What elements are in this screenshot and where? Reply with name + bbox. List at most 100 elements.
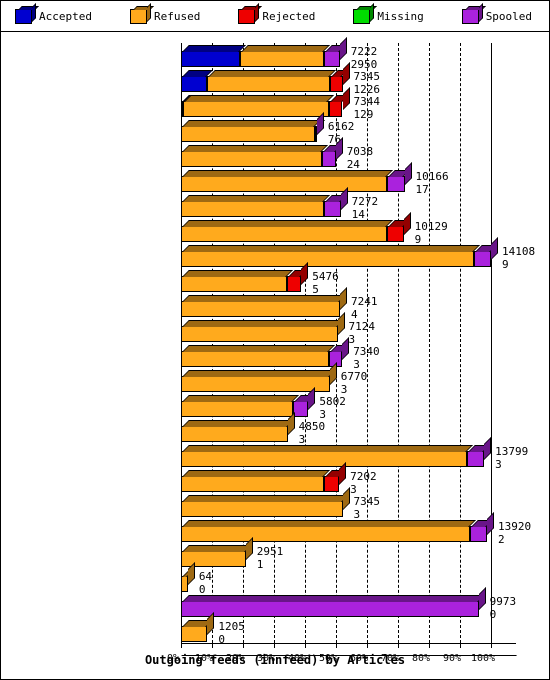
bar-segment-refused bbox=[206, 70, 337, 92]
bar-segment-accepted bbox=[181, 70, 213, 92]
chart-row: news.ausics.net616276 bbox=[181, 112, 516, 146]
x-axis-tick bbox=[491, 643, 492, 648]
bar-segment-top-face bbox=[182, 170, 394, 177]
bar-segment-rejected bbox=[386, 220, 410, 242]
bar-segment-refused bbox=[183, 95, 335, 117]
bar-segment-spooled bbox=[470, 520, 493, 542]
x-axis-tick bbox=[367, 643, 368, 648]
stacked-bar bbox=[181, 287, 348, 317]
chart-row: news.swapon.de12050 bbox=[181, 612, 516, 646]
bar-segment-refused bbox=[181, 345, 335, 367]
bar-segment-spooled bbox=[474, 245, 497, 267]
stacked-bar bbox=[181, 362, 337, 392]
bar-segment-top-face bbox=[182, 520, 477, 527]
stacked-bar bbox=[181, 37, 347, 67]
chart-row: ddt.demos.su640 bbox=[181, 562, 516, 596]
stacked-bar bbox=[181, 587, 486, 617]
bar-segment-spooled bbox=[324, 45, 346, 67]
stacked-bar bbox=[181, 262, 309, 292]
bar-segment-refused bbox=[181, 370, 336, 392]
legend-swatch-refused bbox=[129, 2, 154, 24]
stacked-bar bbox=[181, 237, 498, 267]
chart-row: news.samoylyk.net58023 bbox=[181, 387, 516, 421]
stacked-bar bbox=[181, 312, 345, 342]
chart-row: newsfeed.xs3.de72414 bbox=[181, 287, 516, 321]
bar-segment-top-face bbox=[182, 395, 299, 402]
stacked-bar bbox=[181, 162, 412, 192]
chart-row: paganini.bofh.team99730 bbox=[181, 587, 517, 621]
bar-value-total: 7038 bbox=[346, 145, 374, 158]
legend-label-refused: Refused bbox=[153, 9, 201, 23]
x-axis-tick bbox=[460, 643, 461, 648]
legend-label-rejected: Rejected bbox=[262, 9, 316, 23]
bar-value-labels: 1205 0 bbox=[218, 620, 245, 646]
bar-value-total: 6770 bbox=[340, 370, 368, 383]
legend-item-refused: Refused bbox=[129, 2, 201, 24]
x-axis-tick bbox=[274, 643, 275, 648]
bar-segment-refused bbox=[181, 495, 349, 517]
bar-segment-accepted bbox=[181, 45, 246, 67]
legend-swatch-accepted bbox=[15, 2, 39, 24]
bar-segment-rejected bbox=[328, 95, 349, 117]
stacked-bar bbox=[181, 187, 348, 217]
bar-value-total: 10166 bbox=[415, 170, 449, 183]
bar-segment-top-face bbox=[184, 95, 335, 102]
stacked-bar bbox=[181, 387, 316, 417]
chart-row: eternal-september54765 bbox=[181, 262, 516, 296]
chart-x-axis-title: Outgoing feeds (innfeed) by Articles bbox=[144, 653, 406, 667]
chart-legend: Accepted Refused Rejected Missing Spooled bbox=[1, 1, 549, 32]
bar-segment-rejected bbox=[323, 470, 346, 492]
bar-value-total: 7344 bbox=[353, 95, 381, 108]
x-axis-tick bbox=[398, 643, 399, 648]
bar-segment-top-face bbox=[182, 320, 344, 327]
bar-segment-refused bbox=[181, 445, 474, 467]
chart-row: mb-net.net137993 bbox=[181, 437, 528, 471]
bar-segment-refused bbox=[181, 170, 394, 192]
bar-value-total: 9973 bbox=[489, 595, 517, 608]
chart-row: news.snarked.org727214 bbox=[181, 187, 516, 221]
x-axis-tick bbox=[336, 643, 337, 648]
bar-segment-top-face bbox=[182, 545, 252, 552]
bar-value-total: 5802 bbox=[319, 395, 346, 408]
bar-segment-rejected bbox=[330, 70, 349, 92]
stacked-bar bbox=[181, 337, 350, 367]
chart-row: i2pn.org703824 bbox=[181, 137, 516, 171]
bar-segment-top-face bbox=[182, 245, 481, 252]
bar-segment-refused bbox=[181, 195, 330, 217]
legend-swatch-rejected bbox=[238, 2, 263, 24]
stacked-bar bbox=[181, 62, 350, 92]
legend-item-accepted: Accepted bbox=[15, 2, 92, 24]
bar-segment-top-face bbox=[182, 295, 347, 302]
chart-row: news.tnetconsulting.net73453 bbox=[181, 487, 516, 521]
bar-segment-refused bbox=[181, 245, 481, 267]
bar-segment-refused bbox=[181, 620, 214, 642]
bar-segment-top-face bbox=[182, 595, 485, 602]
bar-segment-spooled bbox=[322, 145, 342, 167]
bar-segment-refused bbox=[181, 570, 194, 592]
chart-row: usenet.goja.nl.eu.org67703 bbox=[181, 362, 516, 396]
legend-label-missing: Missing bbox=[377, 9, 424, 23]
chart-row: news.nntp4.net101299 bbox=[181, 212, 516, 246]
bar-value-total: 5476 bbox=[312, 270, 339, 283]
bar-value-secondary: 0 bbox=[218, 633, 225, 646]
chart-row: weretis.net48503 bbox=[181, 412, 516, 446]
bar-value-total: 13920 bbox=[497, 520, 532, 533]
x-axis-tick bbox=[181, 643, 182, 648]
chart-frame: Accepted Refused Rejected Missing Spooled 0%… bbox=[0, 0, 550, 680]
plot-area: 0%10%20%30%40%50%60%70%80%90%100%news.ch… bbox=[167, 37, 535, 664]
bar-value-total: 7345 bbox=[353, 70, 381, 83]
bar-segment-top-face bbox=[207, 70, 337, 77]
bar-segment-top-face bbox=[182, 345, 335, 352]
bar-segment-refused bbox=[181, 320, 344, 342]
bar-value-total: 7202 bbox=[350, 470, 377, 483]
bar-segment-spooled bbox=[323, 195, 347, 217]
chart-row: news.1d4.us141089 bbox=[181, 237, 535, 271]
legend-swatch-missing bbox=[353, 2, 378, 24]
chart-row: news.hispagatos.org1016617 bbox=[181, 162, 516, 196]
bar-segment-refused bbox=[181, 270, 294, 292]
stacked-bar bbox=[181, 612, 215, 642]
bar-segment-refused bbox=[239, 45, 331, 67]
legend-item-rejected: Rejected bbox=[238, 2, 316, 24]
stacked-bar bbox=[181, 487, 350, 517]
bar-segment-refused bbox=[181, 470, 330, 492]
